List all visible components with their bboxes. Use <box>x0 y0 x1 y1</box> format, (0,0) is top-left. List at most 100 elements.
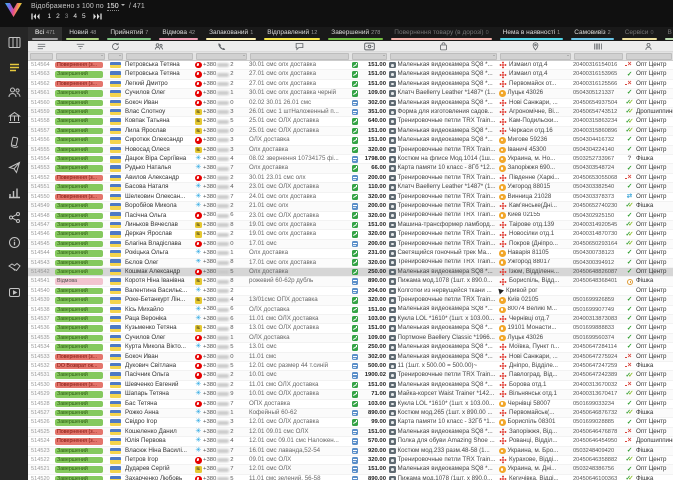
column-order-id[interactable] <box>28 41 54 51</box>
filter-partner[interactable] <box>625 52 672 60</box>
column-partner[interactable] <box>624 41 673 51</box>
column-customer[interactable] <box>124 41 194 51</box>
order-row[interactable]: 514555 Завершений Новосад Олеся +380 3 О… <box>28 145 673 156</box>
order-row[interactable]: 514554 Завершений Дацюк Віра Сергіївна +… <box>28 155 673 165</box>
order-row[interactable]: 514545 Завершений Благіна Владіслава +38… <box>28 239 673 250</box>
order-row[interactable]: 514521 Завершений Дударев Сергій +380 7 … <box>28 465 673 475</box>
app-logo-icon[interactable] <box>5 3 22 17</box>
order-row[interactable]: 514523 Завершений Власюк Ніна Василі... … <box>28 446 673 457</box>
status-tab[interactable]: Повернення товару (в дорозі) 0 <box>387 27 495 41</box>
filter-phone[interactable] <box>195 52 247 60</box>
status-tab[interactable]: Прийнятий 7 <box>103 27 155 41</box>
orders-list-icon[interactable] <box>2 55 26 80</box>
order-row[interactable]: 514563 Завершений Петровська Тетяна +380… <box>28 70 673 80</box>
column-status[interactable] <box>54 41 106 51</box>
order-row[interactable]: 514559 Завершений Влас Слотноу +380 3 26… <box>28 108 673 118</box>
order-row[interactable]: 514543 Завершений Бєлов Олег +380 8 17.0… <box>28 258 673 268</box>
integrations-nodes-icon[interactable] <box>2 205 26 230</box>
order-row[interactable]: 514532 DO Возврат ок... Дукович Світлана… <box>28 362 673 372</box>
order-row[interactable]: 514534 Завершений Курта Микола Вікто... … <box>28 343 673 353</box>
status-tab[interactable]: Запакований 1 <box>202 27 260 41</box>
order-row[interactable]: 514526 Завершений Свідро Ігор +380 3 12.… <box>28 418 673 428</box>
status-tab[interactable]: Всі 471 <box>28 27 63 41</box>
order-row[interactable]: 514551 Завершений Басова Наталя +380 4 2… <box>28 183 673 193</box>
order-row[interactable]: 514547 Завершений Линьков Вячеслав +380 … <box>28 220 673 231</box>
order-row[interactable]: 514546 Завершений Деркач Ярослав +380 2 … <box>28 230 673 240</box>
status-tab[interactable]: Новий 48 <box>62 27 103 41</box>
order-row[interactable]: 514527 Завершений Рожко Анна +380 1 Кофе… <box>28 409 673 419</box>
status-tab[interactable]: Відправлений 12 <box>260 27 324 41</box>
order-row[interactable]: 514529 Завершений Шапарь Тетяна +380 9 1… <box>28 390 673 400</box>
partners-handshake-icon[interactable] <box>2 255 26 280</box>
send-icon[interactable] <box>2 155 26 180</box>
filter-address[interactable] <box>499 52 571 60</box>
order-row[interactable]: 514530 Повернення (з... Шевченко Евгений… <box>28 380 673 391</box>
status-tab[interactable]: Відмова 42 <box>155 27 202 41</box>
order-row[interactable]: 514558 Завершений Ковпак Татьяна +380 5 … <box>28 117 673 127</box>
order-row[interactable]: 514561 Завершений Сучилов Олег +380 1 30… <box>28 89 673 99</box>
order-row[interactable]: 514524 Повернення (з... Юлія Первова +38… <box>28 437 673 447</box>
order-row[interactable]: 514544 Завершений Рокіцька Ольга +380 1 … <box>28 249 673 259</box>
order-row[interactable]: 514560 Завершений Бокоч Иван +380 0 02.0… <box>28 98 673 109</box>
column-ttn[interactable] <box>572 41 624 51</box>
page-number[interactable]: 3 <box>62 13 71 20</box>
order-row[interactable]: 514556 Завершений Сиротюк Олександр +380… <box>28 136 673 146</box>
order-row[interactable]: 514539 Завершений Роке-Бетанкурт Лін... … <box>28 296 673 306</box>
order-row[interactable]: 514536 Завершений Кузьменко Тетяна +380 … <box>28 324 673 334</box>
column-phone[interactable] <box>194 41 248 51</box>
column-total[interactable] <box>350 41 388 51</box>
dashboard-board-icon[interactable] <box>2 30 26 55</box>
column-delivery-address[interactable] <box>498 41 572 51</box>
column-country[interactable] <box>106 41 124 51</box>
order-row[interactable]: 514528 Завершений Бас Тетяна +380 7 ОПХ … <box>28 399 673 410</box>
column-comment[interactable] <box>248 41 350 51</box>
filter-comment[interactable] <box>249 52 349 60</box>
status-tab[interactable]: Нема в наявності 1 <box>496 27 568 41</box>
page-number[interactable]: 1 <box>45 13 54 20</box>
order-row[interactable]: 514540 Завершений Валентина Васильє... +… <box>28 286 673 297</box>
order-row[interactable]: 514522 Завершений Петров Ігор +380 2 09.… <box>28 456 673 466</box>
filter-ttn[interactable] <box>573 52 623 60</box>
status-tab[interactable]: Самовивіз 2 <box>567 27 618 41</box>
order-row[interactable]: 514562 Повернення (з... Легкий Дмитро +3… <box>28 79 673 90</box>
info-icon[interactable] <box>2 230 26 255</box>
order-row[interactable]: 514520 Завершений Захарченко Любовь +380… <box>28 474 673 480</box>
order-row[interactable]: 514557 Завершений Лила Ярослав +380 0 25… <box>28 126 673 137</box>
statistics-chart-icon[interactable] <box>2 180 26 205</box>
order-row[interactable]: 514535 Завершений Сучилов Олег +380 1 ОЛ… <box>28 333 673 344</box>
filter-total[interactable] <box>351 52 387 60</box>
order-row[interactable]: 514549 Завершений Воробйов Микола +380 2… <box>28 202 673 212</box>
phone-censored <box>217 392 230 397</box>
video-tutorials-icon[interactable] <box>2 280 26 305</box>
filter-customer[interactable] <box>125 52 193 60</box>
order-row[interactable]: 514564 Повернення (з... Петровська Тетян… <box>28 61 673 71</box>
filter-order-id[interactable] <box>29 52 53 60</box>
order-row[interactable]: 514533 Повернення (з... Бокоч Иван +380 … <box>28 352 673 362</box>
customers-icon[interactable] <box>2 80 26 105</box>
status-tab[interactable]: Завершений 278 <box>324 27 387 41</box>
page-number[interactable]: 4 <box>71 13 80 20</box>
order-row[interactable]: 514553 Завершений Рудько Наталья +380 7 … <box>28 164 673 174</box>
filter-country[interactable] <box>107 52 123 60</box>
order-row[interactable]: 514548 Завершений Пасічна Ольга +380 6 2… <box>28 211 673 221</box>
order-row[interactable]: 514537 Завершений Раца Вероніка +380 6 1… <box>28 314 673 325</box>
order-row[interactable]: 514538 Завершений Кісь Михайло +380 6 ОЛ… <box>28 305 673 315</box>
last-page-button[interactable] <box>93 13 102 20</box>
filter-status[interactable] <box>55 52 105 60</box>
first-page-button[interactable] <box>31 13 40 20</box>
page-number[interactable]: 2 <box>54 13 63 20</box>
status-tab[interactable]: Сервіси 0 <box>618 27 661 41</box>
order-row[interactable]: 514552 Повернення (з... Авилов Александр… <box>28 173 673 184</box>
status-tab[interactable]: В дорозі додому0 <box>661 27 673 41</box>
page-size-selector[interactable]: 150 <box>106 3 119 11</box>
order-row[interactable]: 514531 Завершений Пасічник Ольга +380 2 … <box>28 371 673 381</box>
bank-icon[interactable] <box>2 105 26 130</box>
filter-product[interactable] <box>389 52 497 60</box>
order-row[interactable]: 514541 Відмова Коротя Ніна Іванівна +380… <box>28 277 673 287</box>
order-row[interactable]: 514542 Завершений Кошмак Александр +380 … <box>28 267 673 278</box>
order-row[interactable]: 514525 Повернення (з... Кошеленко Данил … <box>28 427 673 438</box>
order-row[interactable]: 514550 Повернення (з... Шелковин Олексан… <box>28 192 673 203</box>
column-product[interactable] <box>388 41 498 51</box>
telephony-icon[interactable] <box>2 130 26 155</box>
page-number[interactable]: 5 <box>80 13 89 20</box>
